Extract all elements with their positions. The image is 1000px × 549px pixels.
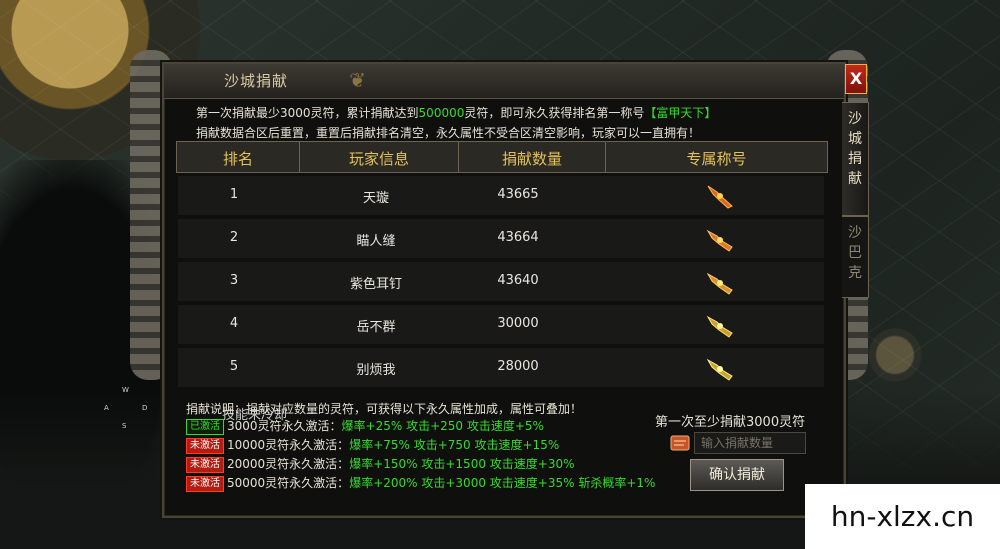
rank-2-title-icon	[706, 229, 733, 252]
activation-row: 未激活 20000灵符永久激活：爆率+150% 攻击+1500 攻击速度+30%	[186, 455, 575, 473]
table-row: 1 天璇 43665	[178, 176, 824, 215]
first-donation-min: 第一次至少捐献3000灵符	[655, 415, 806, 430]
panel-title: 沙城捐献	[224, 72, 289, 90]
close-button[interactable]: X	[845, 64, 867, 94]
activation-condition: 50000灵符永久激活：	[227, 476, 350, 490]
intro-text: 第一次捐献最少3000灵符，累计捐献达到500000灵符，即可永久获得排名第一称…	[196, 103, 716, 143]
status-badge: 未激活	[186, 437, 224, 454]
table-row: 2 瞄人缝 43664	[178, 219, 824, 258]
intro-amount: 500000	[418, 106, 465, 120]
cell-rank: 3	[229, 273, 239, 288]
cell-player: 紫色耳钉	[349, 277, 402, 292]
activation-attributes: 爆率+200% 攻击+3000 攻击速度+35% 斩杀概率+1%	[349, 476, 656, 490]
activation-attributes: 爆率+150% 攻击+1500 攻击速度+30%	[349, 457, 575, 471]
ranking-table: 排名 玩家信息 捐献数量 专属称号 1 天璇 43665 2 瞄人缝 43664…	[176, 141, 828, 389]
header-amount: 捐献数量	[501, 150, 562, 168]
intro-line-1-b: 灵符，即可永久获得排名第一称号	[464, 106, 645, 120]
table-row: 5 别烦我 28000	[178, 348, 824, 387]
status-badge: 已激活	[186, 418, 224, 435]
cell-amount: 30000	[497, 316, 539, 331]
intro-line-2: 捐献数据合区后重置，重置后捐献排名清空，永久属性不受合区清空影响，玩家可以一直拥…	[196, 126, 701, 140]
header-player: 玩家信息	[348, 150, 409, 168]
activation-row: 未激活 10000灵符永久激活：爆率+75% 攻击+750 攻击速度+15%	[186, 436, 560, 454]
activation-condition: 3000灵符永久激活：	[227, 419, 342, 433]
tab-shabake[interactable]: 沙巴克	[842, 216, 869, 298]
compass-w: W	[122, 386, 129, 394]
intro-title-name: 【富甲天下】	[644, 106, 717, 120]
tab-label: 沙巴克	[848, 225, 862, 281]
compass-a: A	[104, 404, 109, 412]
activation-attributes: 爆率+25% 攻击+250 攻击速度+5%	[341, 419, 544, 433]
cell-rank: 2	[229, 230, 239, 245]
activation-condition: 10000灵符永久激活：	[227, 438, 350, 452]
cell-rank: 4	[229, 316, 239, 331]
cell-player: 岳不群	[356, 320, 396, 335]
header-title: 专属称号	[686, 150, 747, 168]
table-row: 4 岳不群 30000	[178, 305, 824, 344]
intro-line-1: 第一次捐献最少3000灵符，累计捐献达到500000灵符，即可永久获得排名第一称…	[196, 103, 716, 123]
cell-amount: 43665	[497, 187, 539, 202]
donation-amount-input[interactable]	[694, 432, 806, 454]
cell-rank: 5	[229, 359, 239, 374]
header-rank: 排名	[222, 150, 253, 168]
cell-player: 天璇	[362, 191, 389, 206]
table-header: 排名 玩家信息 捐献数量 专属称号	[176, 141, 828, 173]
activation-condition: 20000灵符永久激活：	[227, 457, 350, 471]
cell-amount: 43640	[497, 273, 539, 288]
cell-player: 瞄人缝	[356, 234, 396, 249]
table-body: 1 天璇 43665 2 瞄人缝 43664 3 紫色耳钉 43640 4 岳不…	[176, 173, 826, 389]
title-ornament-icon: ❦	[349, 68, 366, 92]
cell-player: 别烦我	[356, 363, 396, 378]
cell-amount: 28000	[497, 359, 539, 374]
rank-4-title-icon	[706, 315, 733, 338]
rank-1-title-icon	[707, 185, 733, 209]
activation-row: 已激活 3000灵符永久激活：爆率+25% 攻击+250 攻击速度+5%	[186, 417, 544, 435]
talisman-icon	[670, 435, 690, 451]
tab-sacheng-donate[interactable]: 沙城捐献	[842, 102, 869, 216]
panel-titlebar[interactable]: 沙城捐献 ❦	[164, 64, 844, 99]
rank-5-title-icon	[706, 358, 733, 381]
intro-line-1-a: 第一次捐献最少3000灵符，累计捐献达到	[196, 106, 419, 120]
cell-rank: 1	[229, 187, 239, 202]
table-row: 3 紫色耳钉 43640	[178, 262, 824, 301]
status-badge: 未激活	[186, 456, 224, 473]
activation-row: 未激活 50000灵符永久激活：爆率+200% 攻击+3000 攻击速度+35% …	[186, 474, 656, 492]
tab-label: 沙城捐献	[848, 111, 862, 187]
donation-description: 捐献说明：捐献对应数量的灵符，可获得以下永久属性加成，属性可叠加！	[186, 402, 583, 416]
rank-3-title-icon	[706, 272, 733, 295]
compass-d: D	[142, 404, 148, 412]
cell-amount: 43664	[497, 230, 539, 245]
watermark: hn-xlzx.cn	[805, 484, 1000, 549]
status-badge: 未激活	[186, 475, 224, 492]
compass-s: S	[122, 422, 127, 430]
confirm-donation-button[interactable]: 确认捐献	[690, 459, 784, 491]
activation-attributes: 爆率+75% 攻击+750 攻击速度+15%	[349, 438, 560, 452]
